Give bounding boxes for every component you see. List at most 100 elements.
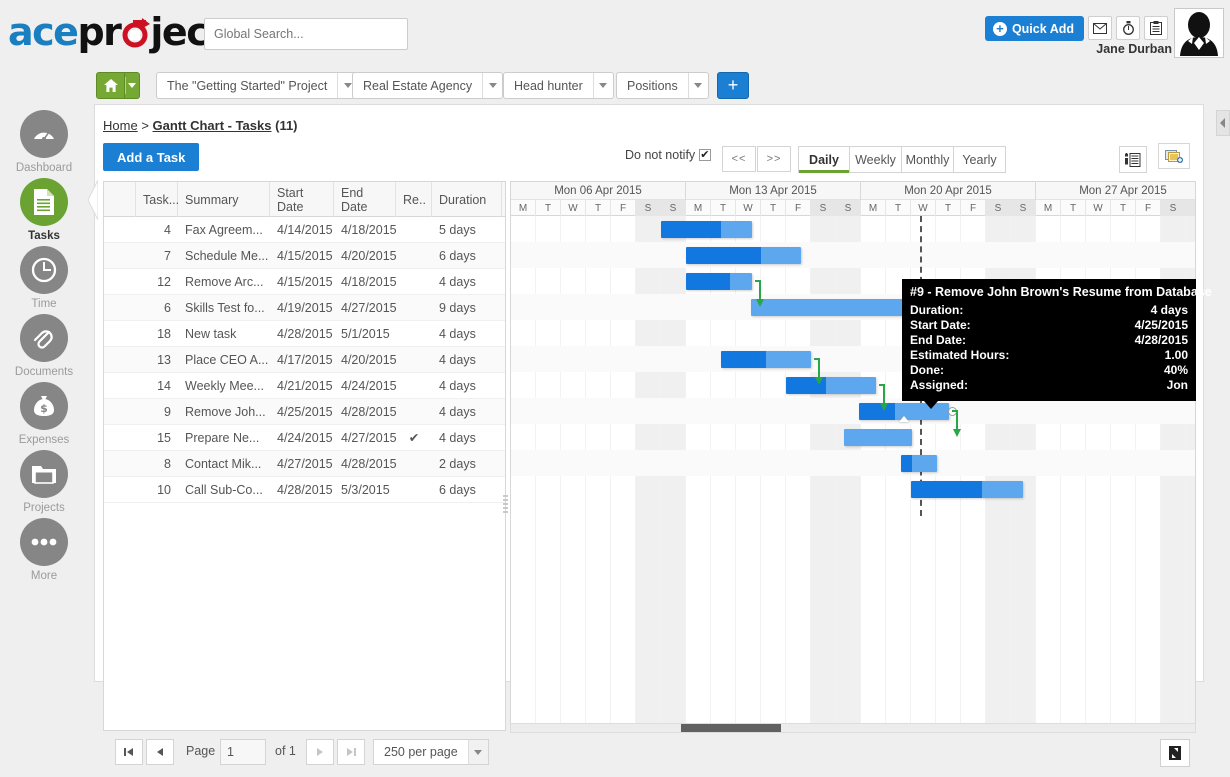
gantt-day-cell: M xyxy=(1036,200,1061,216)
gantt-bar-progress xyxy=(661,221,721,238)
gantt-bar-progress-handle[interactable] xyxy=(899,416,909,422)
prev-period-button[interactable]: << xyxy=(722,146,756,172)
column-header-start-date[interactable]: Start Date xyxy=(270,182,334,217)
grid-splitter-handle[interactable] xyxy=(503,495,508,517)
gantt-day-cell: F xyxy=(961,200,986,216)
breadcrumb-current-link[interactable]: Gantt Chart - Tasks xyxy=(153,118,272,133)
home-icon[interactable] xyxy=(96,72,124,99)
avatar[interactable] xyxy=(1174,8,1224,58)
chevron-down-icon[interactable] xyxy=(688,73,708,98)
gantt-bar[interactable] xyxy=(911,481,1023,498)
do-not-notify-control[interactable]: Do not notify xyxy=(625,148,711,162)
gantt-bar-progress xyxy=(911,481,982,498)
quick-add-button[interactable]: + Quick Add xyxy=(985,16,1084,41)
clipboard-icon[interactable] xyxy=(1144,16,1168,40)
tooltip-row-label: Start Date: xyxy=(910,318,971,333)
cell-duration: 6 days xyxy=(432,483,502,497)
page-total-label: of 1 xyxy=(275,744,296,758)
column-header-recurring[interactable]: Re.. xyxy=(396,182,432,217)
cell-end-date: 4/20/2015 xyxy=(334,353,396,367)
breadcrumb-home-link[interactable]: Home xyxy=(103,118,138,133)
cell-end-date: 4/28/2015 xyxy=(334,405,396,419)
project-tab-real-estate-agency[interactable]: Real Estate Agency xyxy=(352,72,503,99)
scrollbar-thumb[interactable] xyxy=(681,724,781,732)
table-row[interactable]: 4Fax Agreem...4/14/20154/18/20155 days xyxy=(104,217,505,243)
column-header-duration[interactable]: Duration xyxy=(432,182,502,217)
project-tab-bar: The "Getting Started" Project Real Estat… xyxy=(0,66,1230,104)
sidebar-item-more[interactable]: More xyxy=(0,518,88,582)
sidebar-item-projects[interactable]: Projects xyxy=(0,450,88,514)
tab-daily[interactable]: Daily xyxy=(798,146,850,173)
column-header-task-number[interactable]: Task... xyxy=(136,182,178,217)
fullscreen-icon[interactable] xyxy=(1160,739,1190,767)
gantt-bar[interactable] xyxy=(686,247,801,264)
gantt-day-cell: S xyxy=(1161,200,1186,216)
table-row[interactable]: 12Remove Arc...4/15/20154/18/20154 days xyxy=(104,269,505,295)
table-row[interactable]: 14Weekly Mee...4/21/20154/24/20154 days xyxy=(104,373,505,399)
gantt-bar[interactable] xyxy=(661,221,752,238)
sidebar-item-label: Documents xyxy=(0,366,88,378)
home-dropdown-button[interactable] xyxy=(124,72,140,99)
gantt-bar[interactable] xyxy=(786,377,876,394)
per-page-select[interactable]: 250 per page xyxy=(373,739,489,765)
table-row[interactable]: 13Place CEO A...4/17/20154/20/20154 days xyxy=(104,347,505,373)
table-row[interactable]: 6Skills Test fo...4/19/20154/27/20159 da… xyxy=(104,295,505,321)
sidebar-item-documents[interactable]: Documents xyxy=(0,314,88,378)
gantt-week-label: Mon 27 Apr 2015 xyxy=(1036,182,1196,200)
project-tab-getting-started[interactable]: The "Getting Started" Project xyxy=(156,72,358,99)
gantt-row-background xyxy=(511,476,1196,502)
project-tab-head-hunter[interactable]: Head hunter xyxy=(503,72,614,99)
last-page-icon[interactable] xyxy=(337,739,365,765)
page-number-input[interactable] xyxy=(220,739,266,765)
sidebar-item-time[interactable]: Time xyxy=(0,246,88,310)
gantt-bar[interactable] xyxy=(721,351,811,368)
home-button-group[interactable] xyxy=(96,72,140,99)
gantt-bar[interactable] xyxy=(686,273,752,290)
chevron-down-icon[interactable] xyxy=(482,73,502,98)
gantt-bar[interactable] xyxy=(844,429,912,446)
sidebar-item-dashboard[interactable]: Dashboard xyxy=(0,110,88,174)
project-tab-positions[interactable]: Positions xyxy=(616,72,709,99)
app-logo[interactable]: aceprject xyxy=(8,10,224,54)
cell-summary: Skills Test fo... xyxy=(178,301,270,315)
chevron-down-icon[interactable] xyxy=(468,740,488,764)
first-page-icon[interactable] xyxy=(115,739,143,765)
table-row[interactable]: 9Remove Joh...4/25/20154/28/20154 days xyxy=(104,399,505,425)
prev-page-icon[interactable] xyxy=(146,739,174,765)
column-header-blank[interactable] xyxy=(104,182,136,217)
stopwatch-icon[interactable] xyxy=(1116,16,1140,40)
gantt-bar[interactable] xyxy=(901,455,937,472)
cell-start-date: 4/15/2015 xyxy=(270,275,334,289)
cell-duration: 9 days xyxy=(432,301,502,315)
next-period-button[interactable]: >> xyxy=(757,146,791,172)
sidebar-item-expenses[interactable]: $ Expenses xyxy=(0,382,88,446)
table-row[interactable]: 18New task4/28/20155/1/20154 days xyxy=(104,321,505,347)
do-not-notify-checkbox[interactable] xyxy=(699,149,711,161)
grid-collapse-toggle[interactable] xyxy=(88,180,98,220)
table-row[interactable]: 15Prepare Ne...4/24/20154/27/2015✔4 days xyxy=(104,425,505,451)
gantt-day-cell: M xyxy=(861,200,886,216)
table-row[interactable]: 8Contact Mik...4/27/20154/28/20152 days xyxy=(104,451,505,477)
add-project-tab-button[interactable]: + xyxy=(717,72,749,99)
chevron-down-icon[interactable] xyxy=(593,73,613,98)
tab-yearly[interactable]: Yearly xyxy=(954,146,1006,173)
table-row[interactable]: 10Call Sub-Co...4/28/20155/3/20156 days xyxy=(104,477,505,503)
gantt-horizontal-scrollbar[interactable] xyxy=(510,723,1196,733)
table-row[interactable]: 7Schedule Me...4/15/20154/20/20156 days xyxy=(104,243,505,269)
next-page-icon[interactable] xyxy=(306,739,334,765)
project-tab-label: Positions xyxy=(617,79,688,93)
tab-monthly[interactable]: Monthly xyxy=(902,146,954,173)
tab-weekly[interactable]: Weekly xyxy=(850,146,902,173)
tooltip-row-label: Done: xyxy=(910,363,944,378)
columns-icon[interactable] xyxy=(1119,146,1147,173)
mail-icon[interactable] xyxy=(1088,16,1112,40)
cell-summary: Remove Joh... xyxy=(178,405,270,419)
export-image-icon[interactable] xyxy=(1158,143,1190,169)
column-header-end-date[interactable]: End Date xyxy=(334,182,396,217)
global-search-input[interactable] xyxy=(204,18,408,50)
tooltip-row-value: Jon xyxy=(1167,378,1188,393)
column-header-summary[interactable]: Summary xyxy=(178,182,270,217)
dependency-arrow-icon xyxy=(951,410,967,438)
sidebar-item-tasks[interactable]: Tasks xyxy=(0,178,88,242)
right-panel-collapse-toggle[interactable] xyxy=(1216,110,1230,136)
